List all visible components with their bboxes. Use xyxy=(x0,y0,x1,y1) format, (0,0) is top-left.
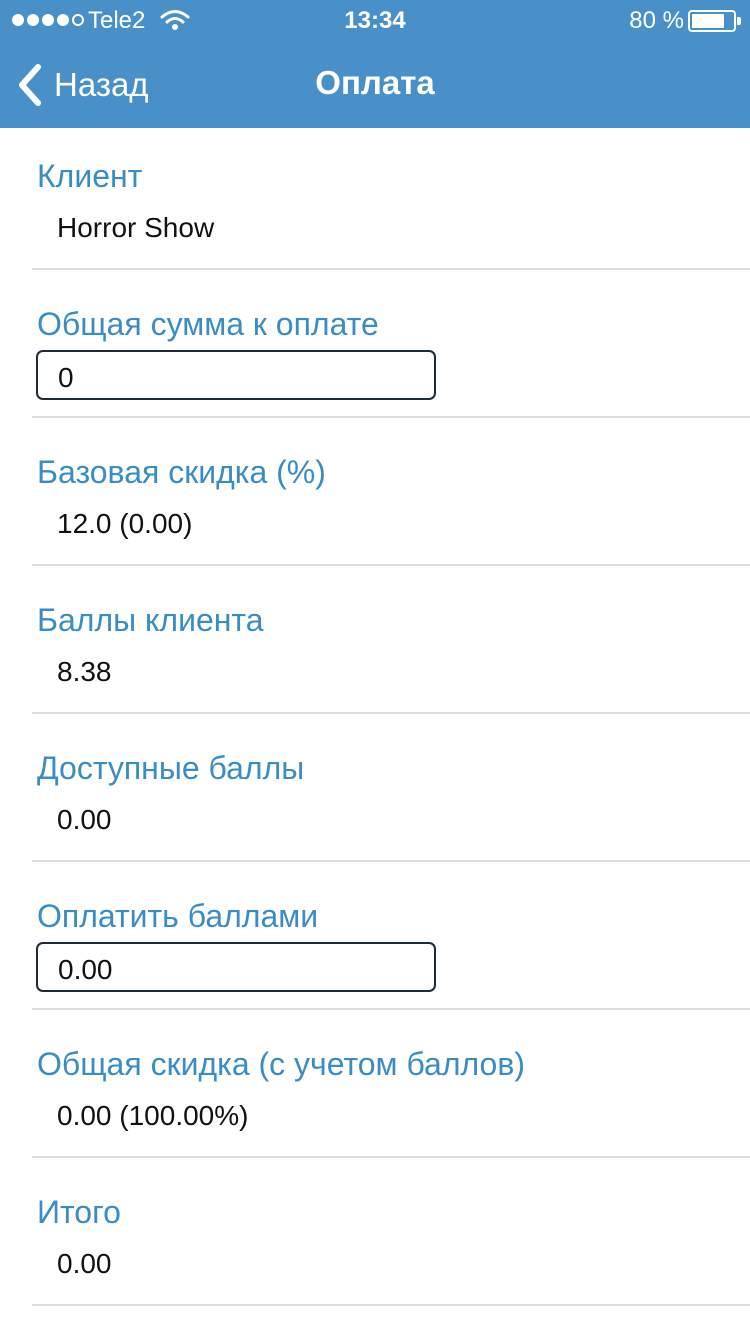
battery-percentage: 80 % xyxy=(629,7,684,34)
battery-nub-icon xyxy=(737,17,741,25)
total-discount-value: 0.00 (100.00%) xyxy=(57,1100,249,1131)
battery-icon xyxy=(688,10,736,32)
base-discount-row: Базовая скидка (%) 12.0 (0.00) xyxy=(32,418,750,566)
base-discount-value: 12.0 (0.00) xyxy=(57,508,193,539)
available-points-value: 0.00 xyxy=(57,804,112,835)
pay-with-points-input[interactable]: 0.00 xyxy=(36,942,436,992)
client-value: Horror Show xyxy=(57,212,215,243)
client-row: Клиент Horror Show xyxy=(32,128,750,270)
pay-with-points-input-value: 0.00 xyxy=(58,954,113,985)
total-label: Итого xyxy=(37,1194,121,1230)
page-title: Оплата xyxy=(315,64,435,101)
client-points-label: Баллы клиента xyxy=(37,602,264,638)
total-to-pay-input[interactable]: 0 xyxy=(36,350,436,400)
status-bar: Tele2 13:34 80 % xyxy=(0,0,750,40)
total-row: Итого 0.00 xyxy=(32,1158,750,1306)
total-discount-row: Общая скидка (с учетом баллов) 0.00 (100… xyxy=(32,1010,750,1158)
total-to-pay-input-value: 0 xyxy=(58,362,74,393)
total-to-pay-label: Общая сумма к оплате xyxy=(37,306,379,342)
total-to-pay-row: Общая сумма к оплате 0 xyxy=(32,270,750,418)
client-points-row: Баллы клиента 8.38 xyxy=(32,566,750,714)
available-points-label: Доступные баллы xyxy=(37,750,305,786)
pay-with-points-row: Оплатить баллами 0.00 xyxy=(32,862,750,1010)
navigation-bar: Tele2 13:34 80 % Назад Оплата xyxy=(0,0,750,128)
pay-with-points-label: Оплатить баллами xyxy=(37,898,319,934)
base-discount-label: Базовая скидка (%) xyxy=(37,454,326,490)
client-points-value: 8.38 xyxy=(57,656,112,687)
payment-form: Клиент Horror Show Общая сумма к оплате … xyxy=(0,128,750,1306)
client-label: Клиент xyxy=(37,158,143,194)
total-value: 0.00 xyxy=(57,1248,112,1279)
total-discount-label: Общая скидка (с учетом баллов) xyxy=(37,1046,525,1082)
available-points-row: Доступные баллы 0.00 xyxy=(32,714,750,862)
